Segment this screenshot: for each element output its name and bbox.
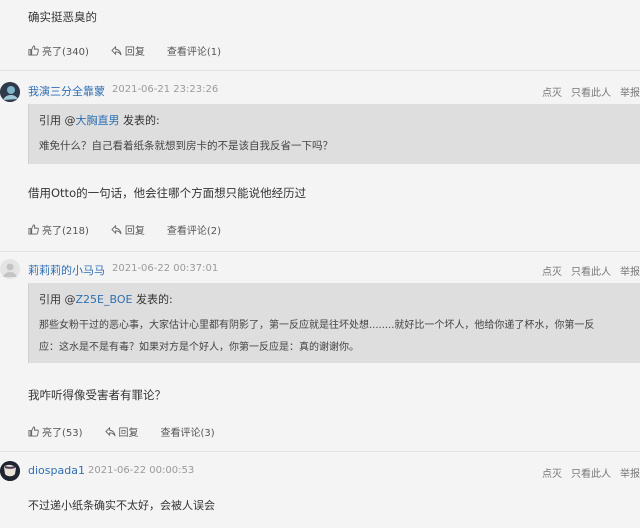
reply-label: 回复 xyxy=(124,47,145,58)
comment-right-actions: 点灭 只看此人 举报 xyxy=(533,465,640,480)
username[interactable]: 我演三分全靠蒙 xyxy=(28,83,105,99)
avatar[interactable] xyxy=(0,461,20,481)
reply-button[interactable]: 回复 xyxy=(111,43,145,58)
like-label: 亮了(340) xyxy=(42,47,89,58)
username[interactable]: 莉莉莉的小马马 xyxy=(28,262,105,278)
quote-block: 引用 @大胸直男 发表的: 难免什么？自己看着纸条就想到房卡的不是该自我反省一下… xyxy=(28,104,640,164)
timestamp: 2021-06-22 00:37:01 xyxy=(112,263,219,274)
view-comments-label: 查看评论(3) xyxy=(160,428,215,439)
avatar-image xyxy=(0,82,20,102)
quote-user-link[interactable]: 大胸直男 xyxy=(76,114,120,127)
avatar-image xyxy=(0,461,20,481)
view-comments-button[interactable]: 查看评论(1) xyxy=(167,43,221,58)
quote-text-line: 应：这水是不是有毒？如果对方是个好人，你第一反应是：真的谢谢你。 xyxy=(39,342,359,353)
comment-body: 借用Otto的一句话，他会往哪个方面想只能说他经历过 xyxy=(28,186,307,200)
view-comments-button[interactable]: 查看评论(2) xyxy=(167,222,221,237)
only-this-user-link[interactable]: 只看此人 xyxy=(571,469,611,480)
like-label: 亮了(218) xyxy=(42,226,89,237)
quote-header: 引用 @大胸直男 发表的: xyxy=(39,112,160,128)
downvote-link[interactable]: 点灭 xyxy=(542,88,562,99)
timestamp: 2021-06-21 23:23:26 xyxy=(112,84,219,95)
comment-body: 确实挺恶臭的 xyxy=(28,10,97,24)
quote-block: 引用 @Z25E_BOE 发表的: 那些女粉干过的恶心事，大家估计心里都有阴影了… xyxy=(28,283,640,363)
reply-button[interactable]: 回复 xyxy=(104,424,139,439)
quote-prefix: 引用 @ xyxy=(39,114,76,127)
divider xyxy=(0,70,640,71)
avatar[interactable] xyxy=(0,82,20,102)
divider xyxy=(0,251,640,252)
only-this-user-link[interactable]: 只看此人 xyxy=(571,88,611,99)
like-button[interactable]: 亮了(340) xyxy=(28,43,89,58)
comment-actions: 亮了(53) 回复 查看评论(3) xyxy=(28,424,237,439)
report-link[interactable]: 举报 xyxy=(620,88,640,99)
comment-actions: 亮了(218) 回复 查看评论(2) xyxy=(28,222,243,237)
only-this-user-link[interactable]: 只看此人 xyxy=(571,267,611,278)
downvote-link[interactable]: 点灭 xyxy=(542,469,562,480)
like-icon xyxy=(28,426,39,437)
quote-text-line: 难免什么？自己看着纸条就想到房卡的不是该自我反省一下吗？ xyxy=(39,140,333,152)
like-button[interactable]: 亮了(53) xyxy=(28,424,83,439)
quote-header: 引用 @Z25E_BOE 发表的: xyxy=(39,291,173,307)
reply-button[interactable]: 回复 xyxy=(111,222,145,237)
quote-text-line: 那些女粉干过的恶心事，大家估计心里都有阴影了，第一反应就是往坏处想.......… xyxy=(39,320,595,331)
quote-suffix: 发表的: xyxy=(119,114,160,127)
quote-prefix: 引用 @ xyxy=(39,293,76,306)
comment-body: 我咋听得像受害者有罪论？ xyxy=(28,388,166,402)
view-comments-label: 查看评论(2) xyxy=(166,226,222,237)
view-comments-button[interactable]: 查看评论(3) xyxy=(161,424,215,439)
divider xyxy=(0,451,640,452)
reply-label: 回复 xyxy=(118,428,139,439)
comment-body: 不过递小纸条确实不太好，会被人误会 xyxy=(28,499,215,512)
comment-right-actions: 点灭 只看此人 举报 xyxy=(533,263,640,278)
avatar-image xyxy=(0,259,20,279)
timestamp: 2021-06-22 00:00:53 xyxy=(88,465,195,476)
like-icon xyxy=(28,224,39,235)
like-button[interactable]: 亮了(218) xyxy=(28,222,89,237)
view-comments-label: 查看评论(1) xyxy=(166,47,222,58)
like-icon xyxy=(28,45,39,56)
like-label: 亮了(53) xyxy=(42,428,83,439)
report-link[interactable]: 举报 xyxy=(620,469,640,480)
username[interactable]: diospada1 xyxy=(28,464,85,477)
reply-icon xyxy=(111,224,122,235)
avatar[interactable] xyxy=(0,259,20,279)
reply-icon xyxy=(104,426,116,437)
reply-label: 回复 xyxy=(124,226,145,237)
quote-user-link[interactable]: Z25E_BOE xyxy=(76,293,133,306)
comment-right-actions: 点灭 只看此人 举报 xyxy=(533,84,640,99)
reply-icon xyxy=(111,45,122,56)
downvote-link[interactable]: 点灭 xyxy=(542,267,562,278)
comment-actions: 亮了(340) 回复 查看评论(1) xyxy=(28,43,243,58)
quote-suffix: 发表的: xyxy=(132,293,173,306)
report-link[interactable]: 举报 xyxy=(620,267,640,278)
